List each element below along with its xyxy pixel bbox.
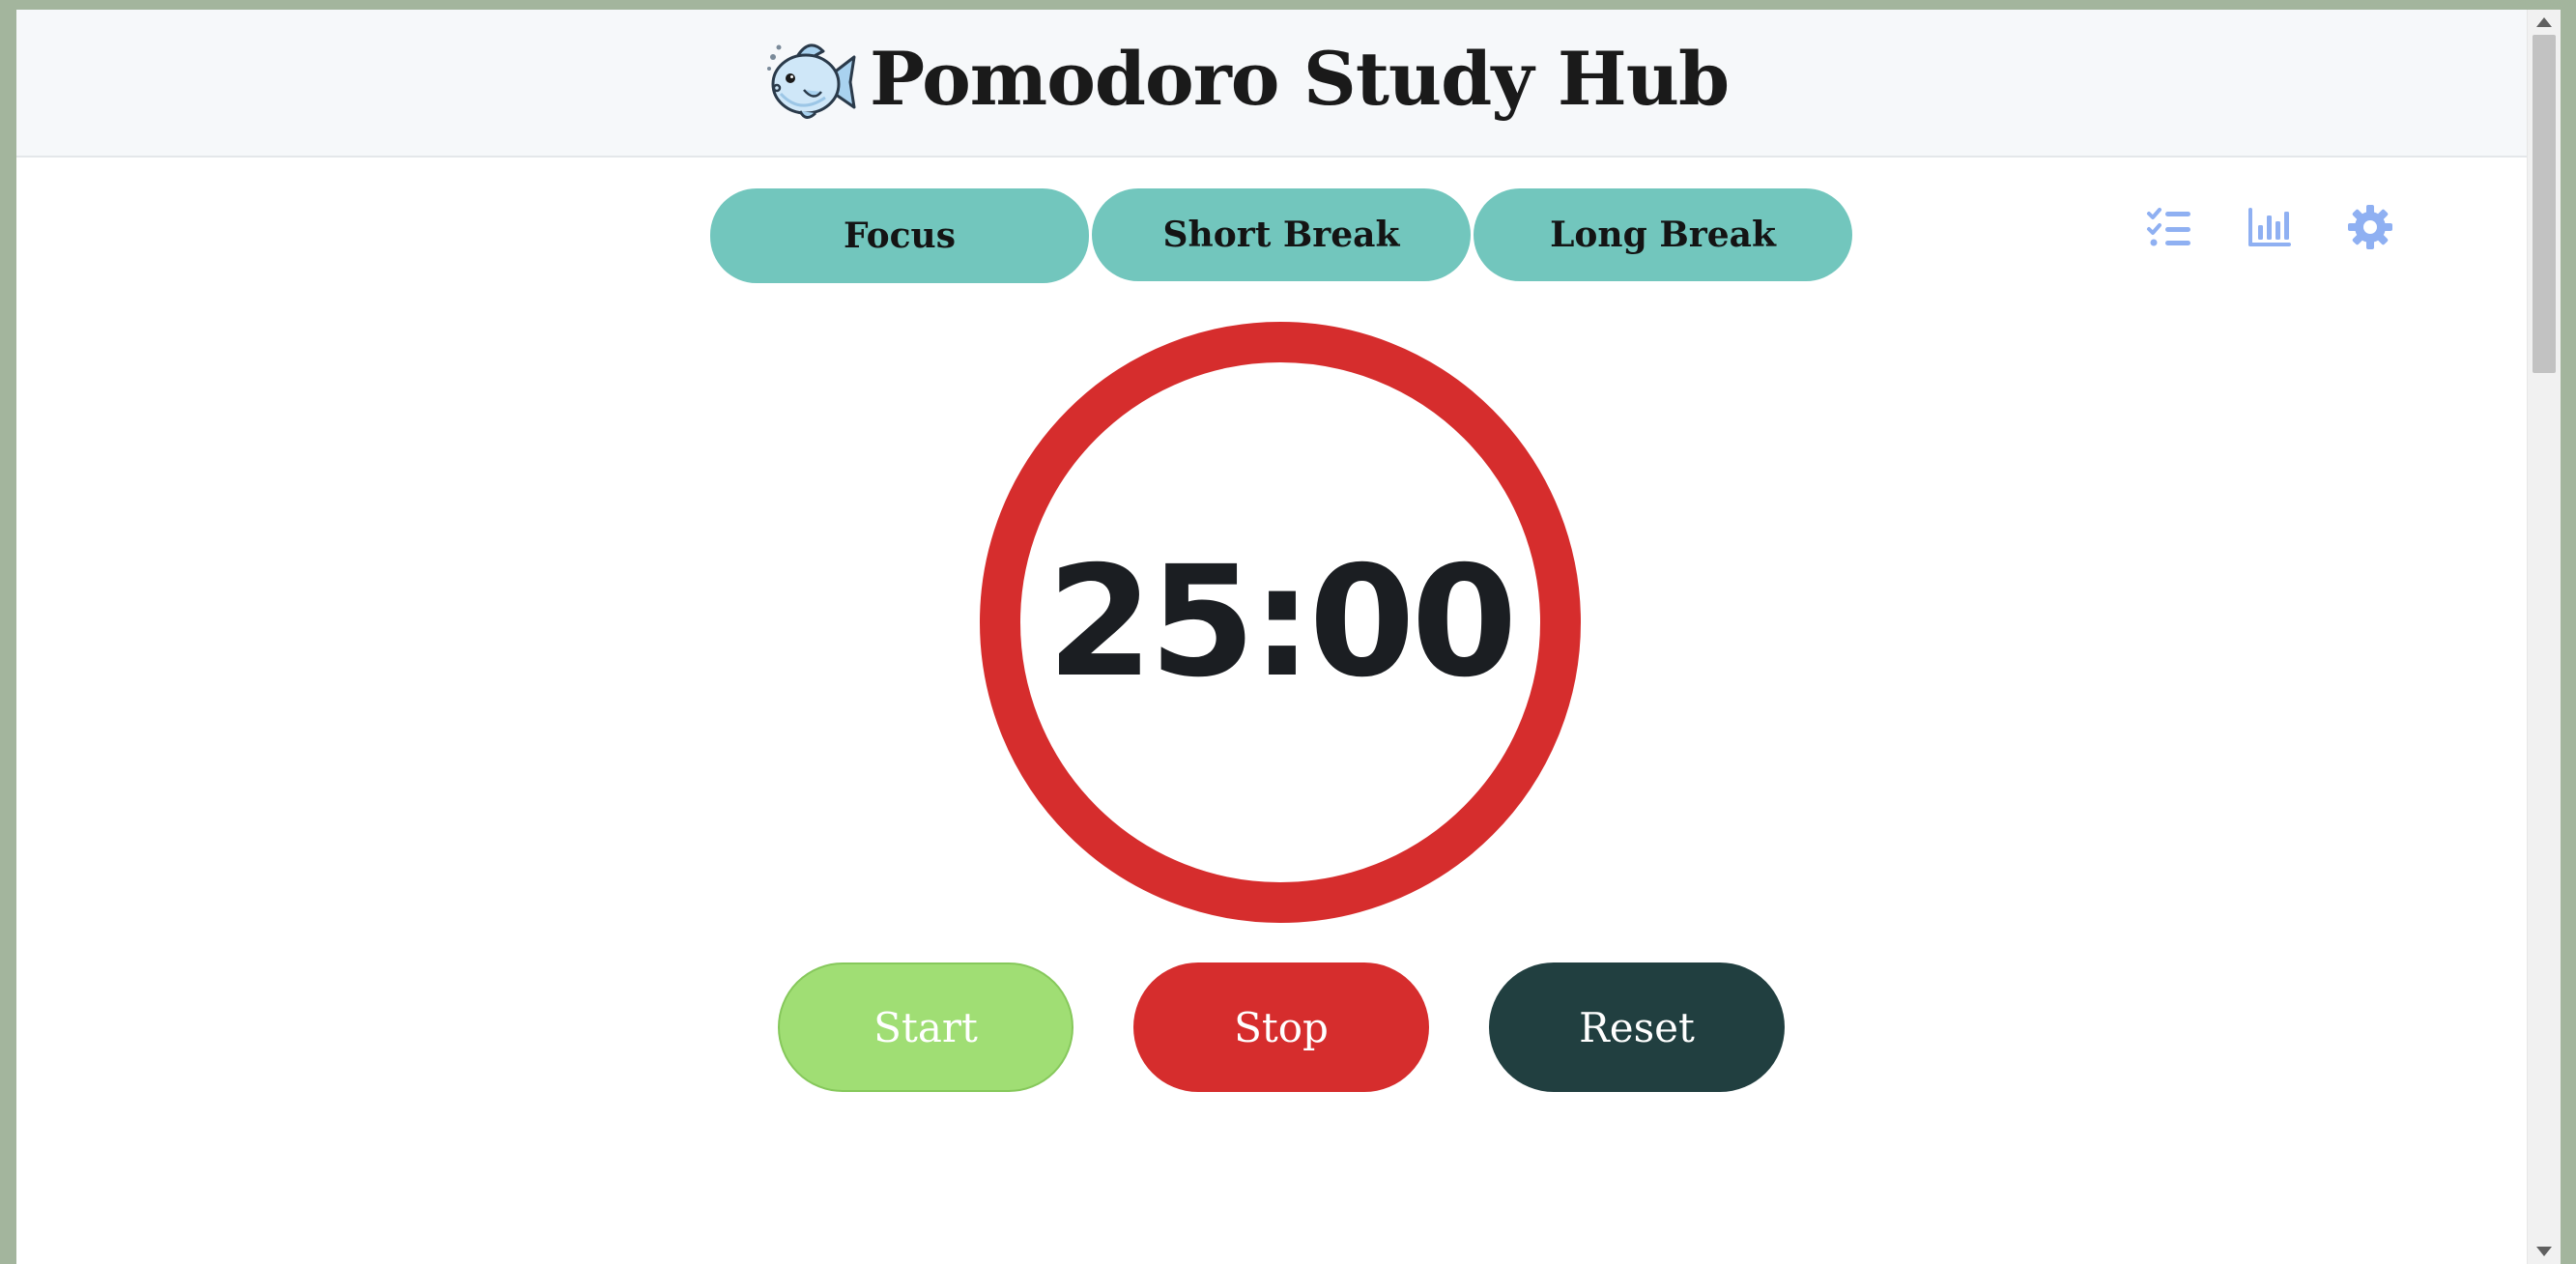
app-title: Pomodoro Study Hub (870, 36, 1730, 122)
task-list-icon[interactable] (2145, 203, 2193, 251)
start-button[interactable]: Start (778, 962, 1073, 1092)
tab-focus[interactable]: Focus (710, 188, 1089, 283)
timer-controls: Start Stop Reset (778, 962, 1785, 1092)
scroll-down-arrow-icon[interactable] (2536, 1247, 2552, 1256)
tab-long-break[interactable]: Long Break (1474, 188, 1852, 281)
brand: Pomodoro Study Hub (761, 31, 1730, 128)
app-header: Pomodoro Study Hub (16, 10, 2543, 158)
mode-tabs: Focus Short Break Long Break (710, 188, 1852, 283)
stop-button[interactable]: Stop (1133, 962, 1429, 1092)
toolbar-icons (2145, 203, 2394, 251)
tab-short-break[interactable]: Short Break (1092, 188, 1471, 281)
vertical-scrollbar[interactable] (2527, 10, 2561, 1264)
timer-ring: 25:00 (980, 322, 1581, 923)
fish-icon (767, 43, 856, 119)
app-page: Pomodoro Study Hub Focus Short Break Lon… (16, 10, 2543, 1264)
scroll-up-arrow-icon[interactable] (2536, 17, 2552, 27)
timer-display: 25:00 (1046, 533, 1518, 711)
scroll-thumb[interactable] (2533, 35, 2556, 373)
gear-icon[interactable] (2346, 203, 2394, 251)
reset-button[interactable]: Reset (1489, 962, 1785, 1092)
bar-chart-icon[interactable] (2246, 203, 2294, 251)
